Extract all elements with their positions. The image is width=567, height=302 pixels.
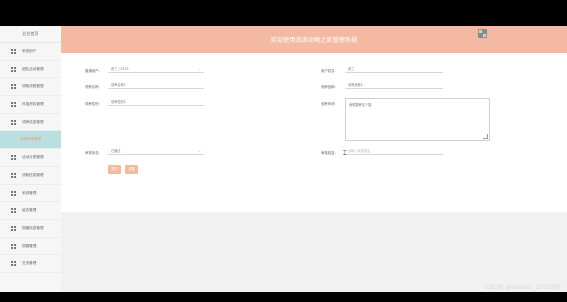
sidebar-item-adoption-info[interactable]: 领养信息管理 [0,114,61,132]
review-reply-placeholder: 请输入审核回复 [348,149,371,153]
sidebar-item-label: 领养申请管理 [19,137,42,142]
grid-icon [11,49,16,54]
review-reply-field[interactable]: 请输入审核回复 [345,147,443,155]
sidebar-item-label: 捐赠管理 [22,243,37,248]
application-reason-label: 领养申请: [321,102,336,106]
reset-button[interactable]: 重置 [125,165,138,174]
app-frame: 后台首页 系统用户 团队活动管理 领取流程管理 科普资料管理 领养信息管理 领养… [0,26,567,292]
username-label: 用户姓名: [321,69,336,73]
adoption-name-field[interactable]: 领养名称1 [108,81,204,89]
resize-handle-icon[interactable] [483,134,488,139]
sidebar-item-label: 团队活动管理 [22,66,44,71]
breed-label: 领养品种: [321,85,336,89]
grid-icon [11,66,16,72]
mouse-cursor-icon: ⌶ [343,150,347,157]
grid-icon [11,102,16,108]
application-reason-textarea[interactable]: 我想要养这个猫 [345,98,490,141]
application-reason-value: 我想要养这个猫 [349,103,372,107]
sidebar-item-activity-category[interactable]: 活动分类管理 [0,149,61,167]
avatar-icon[interactable] [478,29,487,38]
review-reply-label: 审核回复: [321,151,336,155]
sidebar-item-label: 领取信息管理 [22,172,44,177]
grid-icon [11,119,16,125]
chevron-down-icon: ⌄ [198,149,201,153]
adoption-gender-label: 领养性别: [85,102,100,106]
watermark: CSDN @weixin_ZY1008 [484,283,561,291]
adoption-gender-field[interactable]: 领养性别2 [108,98,204,106]
sidebar-item-messages[interactable]: 留言管理 [0,202,61,220]
sidebar-item-label: 捐赠信息管理 [22,225,44,230]
sidebar-item-label: 科普资料管理 [22,102,44,107]
grid-icon [11,225,16,231]
submit-button[interactable]: 提交 [108,165,121,174]
user-select-value: 张三 / 0233 [111,67,129,71]
sidebar-item-donations[interactable]: 捐赠管理 [0,238,61,256]
sidebar-item-label: 领取流程管理 [22,84,44,89]
sidebar-item-label: 系统用户 [22,49,37,53]
sidebar-item-label: 交流管理 [22,261,37,266]
review-status-label: 审核状态: [85,151,100,155]
adoption-gender-value: 领养性别2 [111,100,126,104]
sidebar-item-system-users[interactable]: 系统用户 [0,43,61,61]
sidebar-item-science-materials[interactable]: 科普资料管理 [0,96,61,114]
sidebar-item-adoption-flow[interactable]: 领取流程管理 [0,78,61,97]
grid-icon [11,155,16,161]
adoption-name-label: 领养名称: [85,85,100,89]
page-title: 欢迎使用流浪动物之家管理系统 [270,37,358,44]
user-label: 普通用户: [85,69,100,73]
sidebar-item-system-management[interactable]: 系统管理 [0,185,61,203]
page-footer-area [61,212,567,292]
grid-icon [11,261,16,267]
grid-icon [11,208,16,214]
sidebar: 后台首页 系统用户 团队活动管理 领取流程管理 科普资料管理 领养信息管理 领养… [0,26,62,292]
sidebar-item-claim-info[interactable]: 领取信息管理 [0,167,61,185]
chevron-down-icon: ⌄ [198,67,201,71]
username-field[interactable]: 张三 [345,65,443,73]
sidebar-item-exchange[interactable]: 交流管理 [0,255,61,273]
sidebar-item-donation-info[interactable]: 捐赠信息管理 [0,220,61,238]
grid-icon [11,190,16,196]
form-panel [61,53,567,212]
sidebar-item-label: 领养信息管理 [22,119,44,124]
grid-icon [11,243,16,249]
username-value: 张三 [348,67,355,71]
user-select[interactable]: 张三 / 0233 ⌄ [108,65,204,73]
breed-field[interactable]: 领养品种2 [345,81,443,89]
sidebar-title[interactable]: 后台首页 [0,26,61,43]
breed-value: 领养品种2 [348,83,363,87]
sidebar-item-adoption-application[interactable]: 领养申请管理 [0,131,61,150]
sidebar-item-team-activity[interactable]: 团队活动管理 [0,61,61,79]
grid-icon [11,84,16,90]
sidebar-item-label: 活动分类管理 [22,155,44,160]
sidebar-item-label: 留言管理 [22,208,37,213]
review-status-select[interactable]: 已通过 ⌄ [108,147,204,155]
header-bar: 欢迎使用流浪动物之家管理系统 [61,26,567,53]
sidebar-item-label: 系统管理 [22,190,37,195]
adoption-name-value: 领养名称1 [111,83,126,87]
grid-icon [11,172,16,178]
review-status-value: 已通过 [111,149,121,153]
